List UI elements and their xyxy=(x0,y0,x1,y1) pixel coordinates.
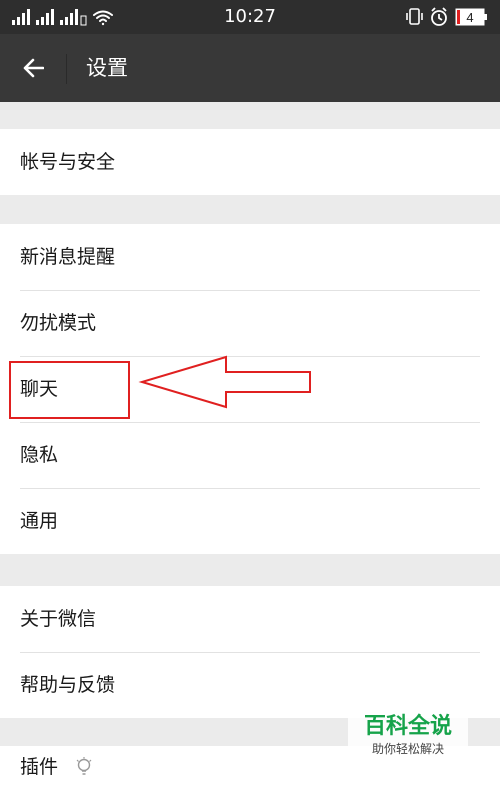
status-bar: 10:27 4 xyxy=(0,0,500,34)
vibrate-icon xyxy=(406,8,423,25)
settings-item-do-not-disturb[interactable]: 勿扰模式 xyxy=(0,290,500,356)
settings-group-about: 关于微信 帮助与反馈 xyxy=(0,586,500,718)
back-arrow-icon xyxy=(23,58,44,78)
settings-item-new-message-alerts[interactable]: 新消息提醒 xyxy=(0,224,500,290)
watermark: 百科全说 助你轻松解决 xyxy=(348,710,468,762)
annotation-highlight-box xyxy=(9,361,130,419)
settings-item-privacy[interactable]: 隐私 xyxy=(0,422,500,488)
item-label: 勿扰模式 xyxy=(20,312,97,334)
status-right-icons: 4 xyxy=(406,6,490,28)
item-label: 隐私 xyxy=(20,444,59,466)
lightbulb-icon xyxy=(76,757,92,775)
annotation-arrow-icon xyxy=(138,355,311,409)
item-label: 帮助与反馈 xyxy=(20,674,116,696)
header: 设置 xyxy=(0,34,500,102)
page-title: 设置 xyxy=(86,56,128,80)
settings-group-account: 帐号与安全 xyxy=(0,129,500,195)
battery-level: 4 xyxy=(466,10,473,25)
back-button[interactable] xyxy=(10,48,54,88)
item-label: 帐号与安全 xyxy=(20,151,116,173)
item-label: 关于微信 xyxy=(20,608,97,630)
watermark-title: 百科全说 xyxy=(363,714,452,739)
settings-item-account-security[interactable]: 帐号与安全 xyxy=(0,129,500,195)
item-label: 新消息提醒 xyxy=(20,246,116,268)
header-divider xyxy=(66,54,67,84)
alarm-icon xyxy=(431,7,447,26)
settings-item-about-wechat[interactable]: 关于微信 xyxy=(0,586,500,652)
settings-item-help-feedback[interactable]: 帮助与反馈 xyxy=(0,652,500,718)
item-label: 插件 xyxy=(20,756,59,778)
item-label: 通用 xyxy=(20,510,59,532)
settings-item-general[interactable]: 通用 xyxy=(0,488,500,554)
watermark-subtitle: 助你轻松解决 xyxy=(371,742,444,756)
